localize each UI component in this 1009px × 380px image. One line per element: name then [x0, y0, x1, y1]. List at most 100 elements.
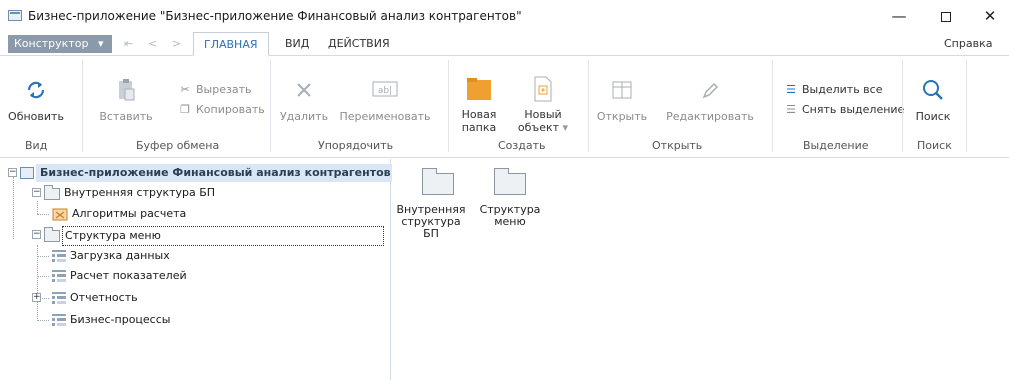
tree-item-data-load[interactable]: Загрузка данных: [52, 247, 352, 265]
tree-line: [37, 276, 49, 277]
algorithm-icon: [52, 208, 68, 221]
new-folder-label-2: папка: [461, 121, 497, 134]
search-button[interactable]: Поиск: [908, 78, 958, 123]
paste-label: Вставить: [99, 110, 153, 123]
report-icon: [52, 314, 66, 327]
pencil-icon: [702, 82, 719, 99]
navigation-tree: − Бизнес-приложение Финансовый анализ ко…: [0, 159, 395, 380]
list-item-internal-structure[interactable]: Внутренняя структура БП: [392, 159, 472, 240]
refresh-button[interactable]: Обновить: [8, 78, 64, 123]
group-label-view: Вид: [25, 139, 48, 152]
forward-button[interactable]: >: [172, 35, 181, 53]
tree-item-label: Алгоритмы расчета: [72, 207, 187, 220]
folder-icon: [494, 168, 526, 195]
report-icon: [52, 292, 66, 305]
delete-label: Удалить: [279, 110, 329, 123]
list-item-label-line2: структура БП: [401, 215, 461, 240]
cut-label: Вырезать: [196, 83, 252, 96]
chevron-down-icon: ▾: [562, 121, 569, 134]
search-icon: [923, 80, 943, 100]
edit-label: Редактировать: [666, 110, 754, 123]
group-separator: [448, 60, 449, 152]
open-button[interactable]: Открыть: [594, 78, 650, 123]
rename-icon: ab|: [372, 81, 398, 97]
tree-item-menu-structure[interactable]: − Структура меню: [32, 226, 384, 246]
list-item-label-line2: меню: [494, 215, 526, 228]
copy-button[interactable]: ❐ Копировать: [178, 102, 265, 118]
group-separator: [966, 60, 967, 152]
group-separator: [772, 60, 773, 152]
group-label-arrange: Упорядочить: [318, 139, 394, 152]
help-menu[interactable]: Справка: [944, 32, 992, 56]
close-button[interactable]: ✕: [968, 0, 1009, 32]
tree-item-reporting[interactable]: + Отчетность: [32, 289, 332, 307]
collapse-icon[interactable]: −: [32, 230, 41, 239]
rename-label: Переименовать: [339, 110, 431, 123]
cut-button[interactable]: ✂ Вырезать: [178, 82, 251, 98]
folder-icon: [44, 185, 60, 200]
edit-button[interactable]: Редактировать: [660, 78, 760, 123]
tree-root-label: Бизнес-приложение Финансовый анализ конт…: [36, 164, 395, 182]
group-separator: [270, 60, 271, 152]
new-object-label-1: Новый: [524, 108, 562, 121]
deselect-label: Снять выделение: [802, 103, 905, 116]
minimize-button[interactable]: —: [877, 0, 921, 32]
delete-button[interactable]: Удалить: [276, 78, 332, 123]
tab-actions[interactable]: ДЕЙСТВИЯ: [318, 32, 400, 56]
tree-item-calculation[interactable]: Расчет показателей: [52, 267, 352, 285]
tree-item-label: Загрузка данных: [70, 249, 170, 262]
list-item-menu-structure[interactable]: Структура меню: [476, 159, 540, 239]
copy-icon: ❐: [180, 103, 190, 116]
rename-button[interactable]: ab| Переименовать: [336, 78, 434, 123]
maximize-icon: [941, 11, 951, 22]
tree-item-label: Отчетность: [70, 291, 138, 304]
delete-icon: [297, 83, 311, 97]
paste-button[interactable]: Вставить: [92, 78, 160, 123]
folder-new-icon: [467, 78, 491, 100]
group-label-create: Создать: [498, 139, 546, 152]
search-label: Поиск: [915, 110, 951, 123]
collapse-icon[interactable]: −: [8, 168, 17, 177]
content-pane: Внутренняя структура БП Структура меню: [392, 159, 1009, 380]
refresh-label: Обновить: [8, 110, 64, 123]
tree-item-label: Бизнес-процессы: [70, 313, 171, 326]
open-icon: [612, 81, 632, 99]
constructor-label: Конструктор: [14, 37, 89, 50]
report-icon: [52, 250, 66, 263]
ribbon: Обновить Вставить ✂ Вырезать ❐ Копировать …: [0, 56, 1009, 158]
new-object-icon: [534, 76, 552, 102]
expand-icon[interactable]: +: [32, 293, 41, 302]
open-label: Открыть: [596, 110, 648, 123]
collapse-icon[interactable]: −: [32, 188, 41, 197]
chevron-down-icon: ▾: [97, 37, 104, 50]
undo-icon[interactable]: ⇤: [124, 35, 133, 53]
maximize-button[interactable]: [924, 0, 968, 32]
tree-line: [37, 320, 49, 321]
select-all-label: Выделить все: [802, 83, 883, 96]
tree-item-business-processes[interactable]: Бизнес-процессы: [52, 311, 352, 329]
svg-text:ab|: ab|: [378, 86, 392, 96]
select-all-button[interactable]: ☰ Выделить все: [784, 82, 882, 98]
folder-icon: [44, 227, 60, 242]
tree-item-algorithms[interactable]: Алгоритмы расчета: [52, 205, 352, 223]
group-label-open: Открыть: [652, 139, 703, 152]
tab-main[interactable]: ГЛАВНАЯ: [193, 32, 269, 56]
window-title: Бизнес-приложение "Бизнес-приложение Фин…: [28, 9, 522, 23]
tree-root[interactable]: − Бизнес-приложение Финансовый анализ ко…: [8, 164, 395, 182]
paste-icon: [119, 79, 135, 101]
tree-item-internal-structure[interactable]: − Внутренняя структура БП: [32, 184, 332, 202]
group-label-search: Поиск: [917, 139, 952, 152]
new-folder-label-1: Новая: [461, 108, 497, 121]
tree-line: [37, 201, 38, 214]
new-folder-button[interactable]: Новая папка: [456, 76, 502, 134]
constructor-dropdown[interactable]: Конструктор ▾: [8, 35, 112, 53]
deselect-icon: ☰: [786, 103, 796, 116]
tab-view[interactable]: ВИД: [275, 32, 319, 56]
new-object-button[interactable]: Новый объект ▾: [508, 76, 578, 134]
tree-item-label: Структура меню: [62, 226, 384, 246]
back-button[interactable]: <: [148, 35, 157, 53]
folder-icon: [422, 168, 454, 195]
app-icon: [20, 167, 34, 179]
tree-item-label: Внутренняя структура БП: [64, 186, 216, 199]
deselect-button[interactable]: ☰ Снять выделение: [784, 102, 904, 118]
